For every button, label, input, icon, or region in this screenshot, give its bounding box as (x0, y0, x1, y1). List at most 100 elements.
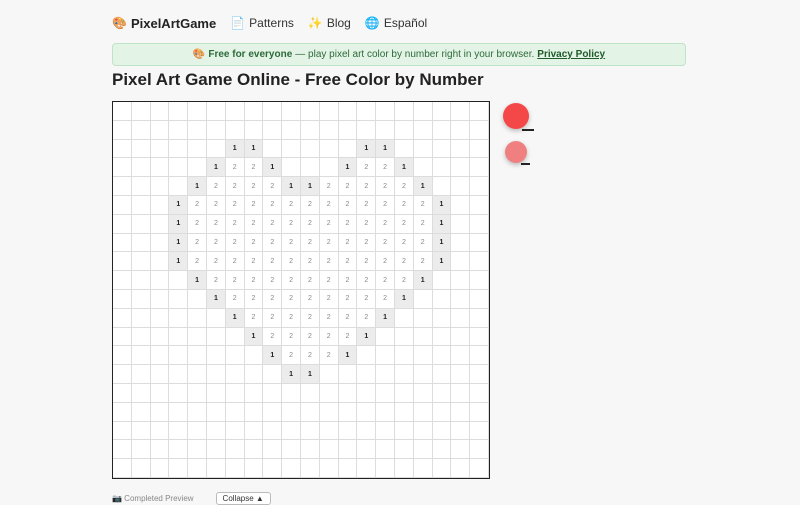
pixel-cell[interactable] (206, 365, 226, 384)
pixel-cell[interactable]: 2 (188, 233, 207, 253)
pixel-cell[interactable] (432, 383, 452, 403)
pixel-cell[interactable] (150, 440, 170, 460)
pixel-cell[interactable] (206, 440, 226, 460)
pixel-cell[interactable] (300, 402, 320, 422)
pixel-cell[interactable]: 1 (432, 233, 452, 253)
pixel-cell[interactable] (263, 139, 283, 159)
pixel-cell[interactable] (319, 158, 339, 178)
pixel-cell[interactable] (131, 308, 151, 328)
pixel-cell[interactable] (282, 440, 301, 460)
pixel-cell[interactable] (131, 421, 151, 441)
pixel-cell[interactable] (225, 346, 245, 366)
pixel-cell[interactable] (206, 402, 226, 422)
pixel-cell[interactable] (113, 402, 132, 422)
pixel-cell[interactable] (432, 120, 452, 140)
pixel-cell[interactable]: 2 (413, 214, 433, 234)
pixel-cell[interactable]: 2 (376, 233, 395, 253)
pixel-cell[interactable] (394, 383, 414, 403)
pixel-cell[interactable]: 2 (394, 252, 414, 272)
pixel-cell[interactable]: 2 (319, 177, 339, 196)
pixel-cell[interactable] (282, 102, 301, 121)
pixel-cell[interactable] (357, 346, 377, 366)
pixel-cell[interactable] (451, 214, 471, 234)
pixel-cell[interactable] (113, 102, 132, 121)
pixel-cell[interactable] (451, 233, 471, 253)
pixel-cell[interactable]: 2 (282, 271, 301, 290)
pixel-cell[interactable] (169, 289, 189, 309)
pixel-cell[interactable]: 1 (169, 252, 189, 272)
pixel-cell[interactable]: 2 (338, 233, 358, 253)
pixel-cell[interactable] (394, 120, 414, 140)
pixel-cell[interactable]: 2 (244, 233, 264, 253)
pixel-cell[interactable] (169, 177, 189, 196)
pixel-cell[interactable] (188, 402, 207, 422)
pixel-cell[interactable]: 2 (263, 308, 283, 328)
pixel-cell[interactable] (394, 402, 414, 422)
pixel-cell[interactable] (282, 459, 301, 478)
pixel-cell[interactable] (113, 459, 132, 478)
pixel-cell[interactable]: 1 (394, 158, 414, 178)
pixel-cell[interactable] (225, 383, 245, 403)
pixel-cell[interactable] (131, 327, 151, 347)
pixel-cell[interactable] (244, 440, 264, 460)
pixel-cell[interactable] (263, 459, 283, 478)
pixel-cell[interactable] (169, 271, 189, 290)
pixel-cell[interactable]: 2 (338, 195, 358, 215)
pixel-cell[interactable]: 2 (225, 177, 245, 196)
pixel-cell[interactable] (150, 459, 170, 478)
pixel-cell[interactable]: 2 (338, 308, 358, 328)
pixel-cell[interactable]: 1 (413, 271, 433, 290)
pixel-cell[interactable]: 1 (376, 139, 395, 159)
pixel-cell[interactable]: 1 (338, 346, 358, 366)
pixel-cell[interactable] (131, 365, 151, 384)
pixel-cell[interactable] (432, 421, 452, 441)
pixel-cell[interactable]: 1 (432, 195, 452, 215)
pixel-cell[interactable] (188, 383, 207, 403)
pixel-cell[interactable] (319, 421, 339, 441)
pixel-cell[interactable] (188, 346, 207, 366)
pixel-cell[interactable] (206, 308, 226, 328)
brand-link[interactable]: 🎨 PixelArtGame (112, 16, 216, 31)
pixel-cell[interactable] (300, 421, 320, 441)
pixel-cell[interactable] (131, 158, 151, 178)
pixel-cell[interactable] (113, 252, 132, 272)
pixel-cell[interactable] (131, 120, 151, 140)
pixel-cell[interactable]: 1 (206, 289, 226, 309)
pixel-cell[interactable]: 2 (188, 252, 207, 272)
pixel-cell[interactable] (188, 365, 207, 384)
pixel-cell[interactable]: 1 (244, 139, 264, 159)
pixel-cell[interactable] (451, 365, 471, 384)
pixel-cell[interactable] (225, 421, 245, 441)
pixel-cell[interactable] (131, 177, 151, 196)
pixel-cell[interactable] (470, 195, 489, 215)
pixel-cell[interactable]: 1 (394, 289, 414, 309)
pixel-cell[interactable] (244, 402, 264, 422)
pixel-cell[interactable] (451, 440, 471, 460)
pixel-cell[interactable]: 2 (206, 195, 226, 215)
pixel-cell[interactable]: 1 (338, 158, 358, 178)
pixel-cell[interactable]: 2 (244, 177, 264, 196)
pixel-cell[interactable] (319, 440, 339, 460)
pixel-cell[interactable] (169, 440, 189, 460)
pixel-cell[interactable] (113, 289, 132, 309)
pixel-cell[interactable] (206, 383, 226, 403)
pixel-cell[interactable] (470, 214, 489, 234)
pixel-cell[interactable]: 2 (206, 233, 226, 253)
pixel-cell[interactable]: 2 (282, 327, 301, 347)
pixel-cell[interactable] (188, 158, 207, 178)
pixel-cell[interactable] (376, 120, 395, 140)
pixel-cell[interactable] (451, 327, 471, 347)
pixel-cell[interactable] (150, 158, 170, 178)
pixel-cell[interactable]: 2 (338, 271, 358, 290)
pixel-cell[interactable]: 2 (263, 289, 283, 309)
pixel-cell[interactable] (225, 120, 245, 140)
pixel-cell[interactable] (319, 102, 339, 121)
pixel-cell[interactable]: 1 (225, 308, 245, 328)
pixel-cell[interactable] (113, 158, 132, 178)
pixel-cell[interactable] (338, 459, 358, 478)
pixel-cell[interactable] (413, 346, 433, 366)
pixel-cell[interactable] (470, 252, 489, 272)
pixel-cell[interactable] (394, 346, 414, 366)
pixel-cell[interactable] (113, 440, 132, 460)
pixel-cell[interactable]: 2 (357, 308, 377, 328)
